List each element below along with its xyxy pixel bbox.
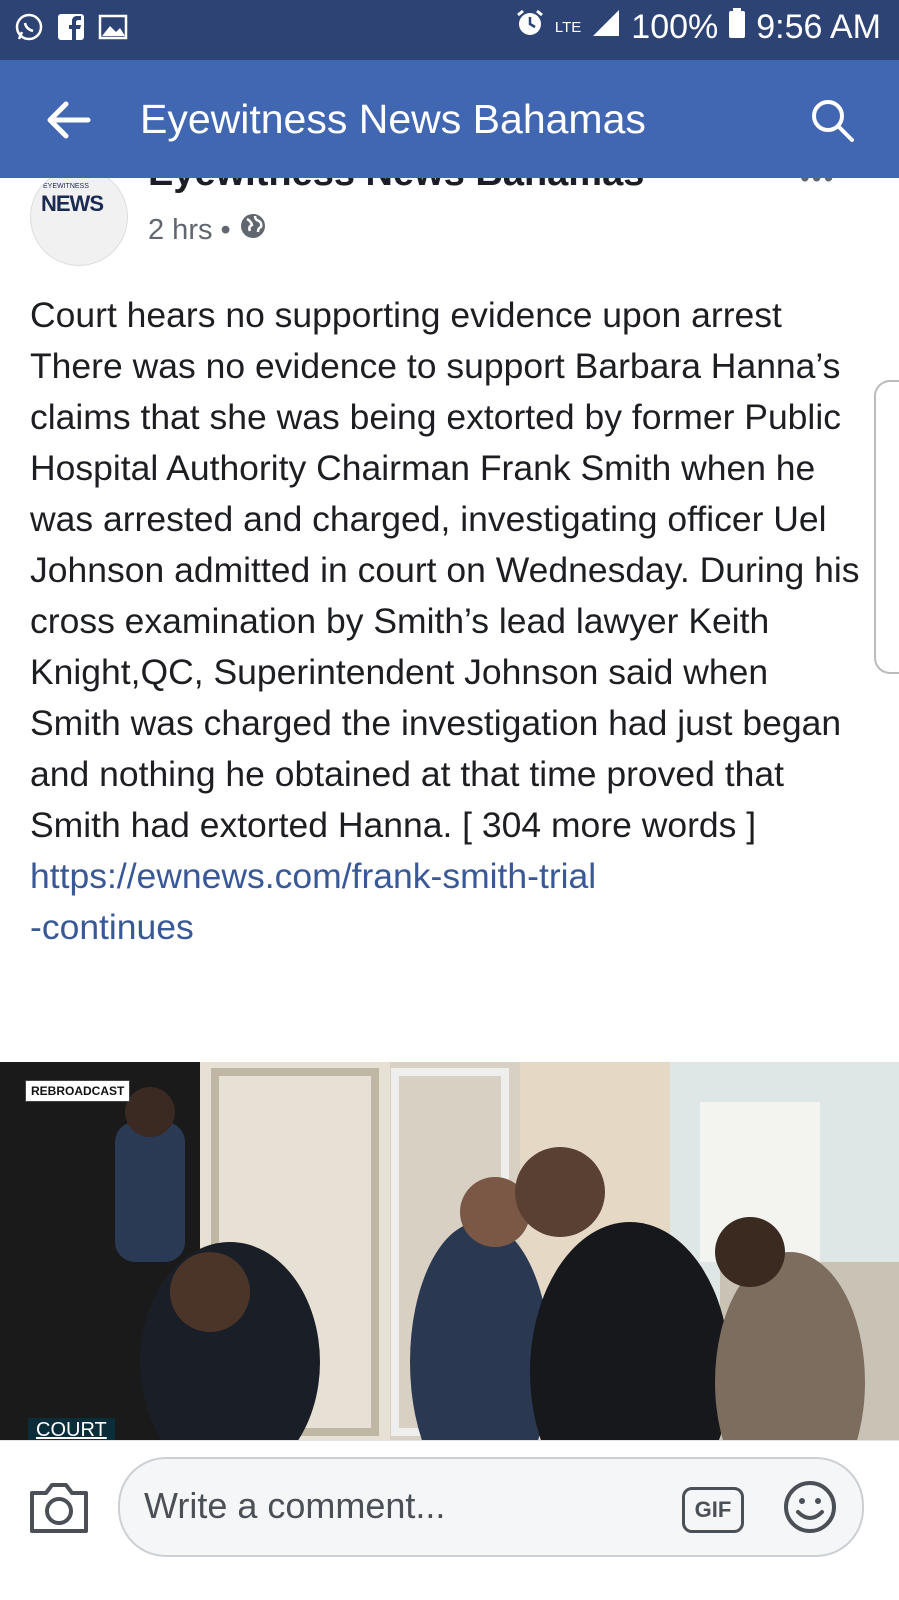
battery-icon bbox=[728, 8, 746, 47]
avatar-small-text: EYEWITNESS bbox=[43, 183, 89, 190]
post-link-line2: -continues bbox=[30, 907, 194, 947]
back-button[interactable] bbox=[44, 98, 92, 142]
alarm-icon bbox=[515, 8, 545, 47]
camera-icon bbox=[30, 1483, 88, 1533]
facebook-icon bbox=[56, 12, 86, 42]
gallery-icon bbox=[98, 12, 128, 42]
whatsapp-icon bbox=[14, 12, 44, 42]
rebroadcast-badge: REBROADCAST bbox=[25, 1080, 131, 1102]
app-bar-title: Eyewitness News Bahamas bbox=[140, 96, 646, 142]
post-text: Court hears no supporting evidence upon … bbox=[30, 295, 860, 845]
signal-icon bbox=[591, 8, 621, 47]
page-name[interactable]: Eyewitness News Bahamas bbox=[148, 178, 644, 195]
comment-bar: Write a comment... GIF bbox=[0, 1440, 899, 1600]
search-icon bbox=[812, 100, 854, 142]
emoji-icon bbox=[784, 1481, 836, 1533]
meta-separator: • bbox=[220, 213, 231, 246]
network-type: LTE bbox=[554, 18, 582, 36]
page-avatar[interactable]: EYEWITNESS NEWS bbox=[30, 178, 128, 266]
post-link-line1: https://ewnews.com/frank-smith-trial bbox=[30, 856, 597, 896]
court-tag: COURT bbox=[28, 1418, 115, 1442]
back-arrow-icon bbox=[47, 101, 91, 139]
avatar-logo: NEWS bbox=[41, 191, 104, 217]
post-header: EYEWITNESS NEWS Eyewitness News Bahamas … bbox=[0, 178, 899, 278]
emoji-button[interactable] bbox=[782, 1479, 838, 1535]
camera-button[interactable] bbox=[28, 1479, 90, 1535]
status-left-icons bbox=[14, 12, 128, 42]
globe-icon bbox=[239, 212, 267, 248]
post-body: Court hears no supporting evidence upon … bbox=[30, 290, 860, 953]
post-link[interactable]: https://ewnews.com/frank-smith-trial -co… bbox=[30, 851, 860, 953]
clock: 9:56 AM bbox=[756, 8, 881, 46]
app-bar: Eyewitness News Bahamas bbox=[0, 60, 899, 178]
comment-placeholder: Write a comment... bbox=[144, 1485, 446, 1526]
post-video[interactable]: REBROADCAST COURT bbox=[0, 1062, 899, 1442]
gif-button[interactable]: GIF bbox=[682, 1487, 744, 1533]
video-thumbnail bbox=[0, 1062, 899, 1442]
avatar-logo-text: NEWS bbox=[41, 191, 104, 216]
battery-percent: 100% bbox=[631, 8, 719, 46]
post-time[interactable]: 2 hrs bbox=[148, 214, 212, 247]
comment-input[interactable]: Write a comment... GIF bbox=[118, 1457, 864, 1557]
status-right: LTE 100% 9:56 AM bbox=[515, 8, 881, 47]
scroll-handle[interactable] bbox=[874, 380, 899, 674]
post-meta: 2 hrs • bbox=[148, 212, 267, 248]
search-button[interactable] bbox=[808, 96, 856, 144]
more-options-icon[interactable]: ••• bbox=[800, 178, 835, 194]
status-bar: LTE 100% 9:56 AM bbox=[0, 0, 899, 60]
